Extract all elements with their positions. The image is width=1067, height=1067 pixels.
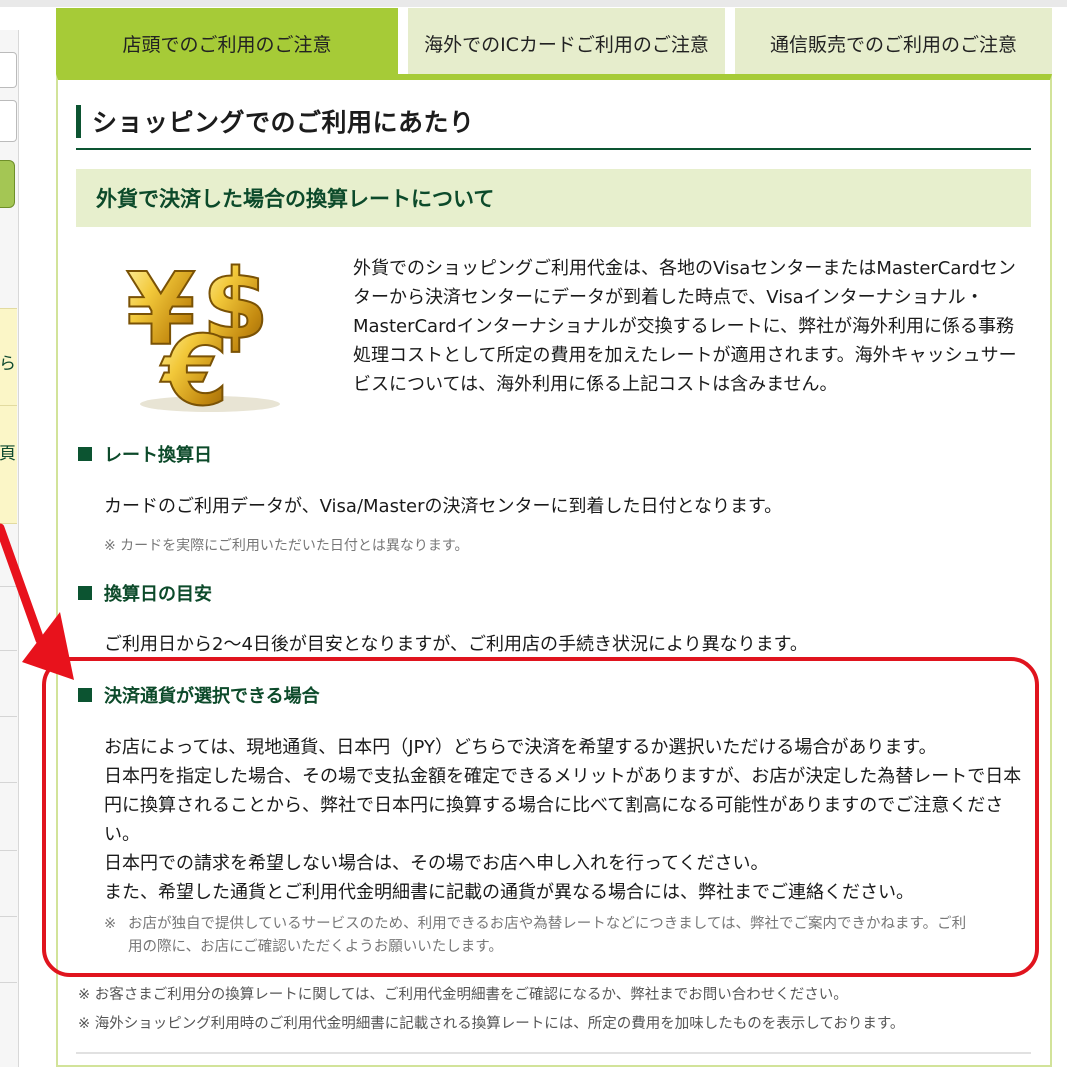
sidebar-yellow-panel[interactable]: ら 頁 [0, 308, 17, 524]
sidebar-divider [0, 916, 17, 917]
tab-mail-order[interactable]: 通信販売でのご利用のご注意 [735, 8, 1052, 78]
tab-bar: 店頭でのご利用のご注意 海外でのICカードご利用のご注意 通信販売でのご利用のご… [56, 8, 1052, 78]
footnote: ※ 海外ショッピング利用時のご利用代金明細書に記載される換算レートには、所定の費… [78, 1016, 905, 1032]
intro-paragraph: 外貨でのショッピングご利用代金は、各地のVisaセンターまたはMasterCar… [353, 258, 1017, 395]
sidebar-divider [0, 716, 17, 717]
subsection-title: 外貨で決済した場合の換算レートについて [76, 169, 1031, 227]
currency-choice-body: お店によっては、現地通貨、日本円（JPY）どちらで決済を希望するか選択いただける… [104, 737, 1022, 903]
currency-choice-note-mark: ※ [104, 916, 117, 932]
sidebar-divider [0, 982, 17, 983]
browser-top-edge [0, 0, 1067, 7]
sidebar-input-box[interactable] [0, 52, 17, 88]
left-sidebar: ら 頁 [0, 30, 19, 1067]
rate-date-note: ※ カードを実際にご利用いただいた日付とは異なります。 [104, 538, 469, 554]
rate-date-body: カードのご利用データが、Visa/Masterの決済センターに到着した日付となり… [104, 496, 783, 517]
title-accent-bar [76, 105, 81, 138]
heading-rate-date: レート換算日 [78, 441, 212, 467]
sidebar-divider [0, 586, 17, 587]
svg-text:€: € [160, 315, 229, 416]
sidebar-divider [0, 850, 17, 851]
currency-choice-note: お店が独自で提供しているサービスのため、利用できるお店や為替レートなどにつきまし… [128, 916, 967, 955]
tab-overseas-ic-card[interactable]: 海外でのICカードご利用のご注意 [408, 8, 725, 78]
sidebar-char: ら [0, 354, 16, 374]
footer-divider [76, 1052, 1031, 1054]
sidebar-input-box[interactable] [0, 100, 17, 142]
sidebar-divider [0, 650, 17, 651]
square-bullet-icon [78, 688, 92, 702]
sidebar-button[interactable] [0, 160, 15, 208]
heading-currency-choice: 決済通貨が選択できる場合 [78, 682, 320, 708]
square-bullet-icon [78, 586, 92, 600]
estimate-body: ご利用日から2～4日後が目安となりますが、ご利用店の手続き状況により異なります。 [104, 634, 808, 655]
section-divider [76, 148, 1031, 150]
tab-in-store[interactable]: 店頭でのご利用のご注意 [56, 8, 398, 78]
sidebar-divider [0, 782, 17, 783]
section-title: ショッピングでのご利用にあたり [76, 102, 475, 140]
heading-estimate: 換算日の目安 [78, 580, 212, 606]
square-bullet-icon [78, 447, 92, 461]
footnote: ※ お客さまご利用分の換算レートに関しては、ご利用代金明細書をご確認になるか、弊… [78, 987, 848, 1003]
sidebar-char: 頁 [0, 444, 16, 464]
currency-yen-dollar-euro-icon: ¥ $ € [125, 248, 280, 416]
